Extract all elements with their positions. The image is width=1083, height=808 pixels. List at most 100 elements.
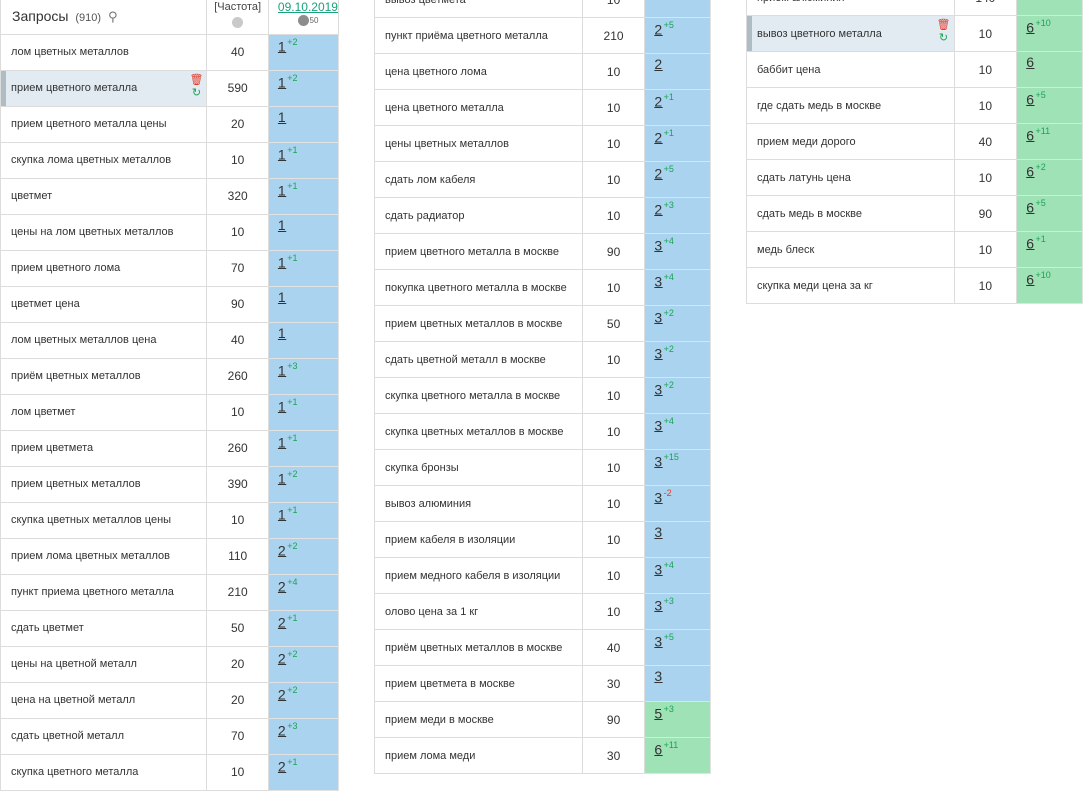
query-cell[interactable]: прием цветных металлов в москве — [374, 305, 583, 342]
table-row[interactable]: сдать латунь цена 10 6+2 — [746, 159, 1083, 196]
position-link[interactable]: 2 — [278, 722, 286, 738]
table-row[interactable]: вывоз цветного металла 🗑 ↻ 10 6+10 — [746, 15, 1083, 52]
query-cell[interactable]: прием цветного лома — [0, 249, 208, 287]
query-cell[interactable]: прием цветмета в москве — [374, 665, 583, 702]
table-row[interactable]: скупка цветных металлов цены 10 1+1 — [0, 501, 339, 539]
table-row[interactable]: прием лома меди 30 6+11 — [374, 737, 711, 774]
frequency-header[interactable]: [Частота] — [206, 0, 269, 35]
query-cell[interactable]: вывоз алюминия — [374, 485, 583, 522]
query-cell[interactable]: скупка меди цена за кг — [746, 267, 955, 304]
refresh-icon[interactable]: ↻ — [192, 87, 201, 99]
query-cell[interactable]: цена цветного лома — [374, 53, 583, 90]
query-cell[interactable]: скупка бронзы — [374, 449, 583, 486]
position-link[interactable]: 2 — [654, 0, 662, 1]
query-cell[interactable]: цены цветных металлов — [374, 125, 583, 162]
position-link[interactable]: 1 — [278, 325, 286, 341]
table-row[interactable]: цветмет 320 1+1 — [0, 177, 339, 215]
position-link[interactable]: 1 — [278, 289, 286, 305]
table-row[interactable]: прием цветного металла 🗑 ↻ 590 1+2 — [0, 69, 339, 107]
trash-icon[interactable]: 🗑 — [189, 74, 203, 86]
table-row[interactable]: прием цветных металлов в москве 50 3+2 — [374, 305, 711, 342]
position-link[interactable]: 2 — [278, 650, 286, 666]
table-row[interactable]: скупка цветного металла 10 2+1 — [0, 753, 339, 791]
query-cell[interactable]: прием кабеля в изоляции — [374, 521, 583, 558]
position-link[interactable]: 6 — [1026, 271, 1034, 287]
position-link[interactable]: 1 — [278, 74, 286, 90]
position-link[interactable]: 3 — [654, 345, 662, 361]
query-cell[interactable]: лом цветных металлов цена — [0, 321, 208, 359]
position-link[interactable]: 1 — [278, 434, 286, 450]
query-cell[interactable]: баббит цена — [746, 51, 955, 88]
queries-header[interactable]: Запросы (910) ⚲ — [0, 0, 208, 35]
search-icon[interactable]: ⚲ — [108, 9, 118, 25]
table-row[interactable]: прием медного кабеля в изоляции 10 3+4 — [374, 557, 711, 594]
query-cell[interactable]: прием цветмета — [0, 429, 208, 467]
table-row[interactable]: цена на цветной металл 20 2+2 — [0, 681, 339, 719]
query-cell[interactable]: сдать латунь цена — [746, 159, 955, 196]
table-row[interactable]: прием меди в москве 90 5+3 — [374, 701, 711, 738]
table-row[interactable]: прием меди дорого 40 6+11 — [746, 123, 1083, 160]
query-cell[interactable]: сдать цветной металл в москве — [374, 341, 583, 378]
table-row[interactable]: олово цена за 1 кг 10 3+3 — [374, 593, 711, 630]
table-row[interactable]: прием цветмета в москве 30 3 — [374, 665, 711, 702]
query-cell[interactable]: цена цветного металла — [374, 89, 583, 126]
table-row[interactable]: прием лома цветных металлов 110 2+2 — [0, 537, 339, 575]
position-link[interactable]: 2 — [654, 21, 662, 37]
query-cell[interactable]: прием лома цветных металлов — [0, 537, 208, 575]
position-link[interactable]: 1 — [278, 38, 286, 54]
table-row[interactable]: скупка меди цена за кг 10 6+10 — [746, 267, 1083, 304]
trash-icon[interactable]: 🗑 — [937, 19, 951, 31]
position-link[interactable]: 1 — [278, 217, 286, 233]
query-cell[interactable]: лом цветных металлов — [0, 33, 208, 71]
query-cell[interactable]: покупка цветного металла в москве — [374, 269, 583, 306]
position-link[interactable]: 2 — [278, 686, 286, 702]
position-link[interactable]: 2 — [278, 614, 286, 630]
table-row[interactable]: лом цветных металлов 40 1+2 — [0, 33, 339, 71]
table-row[interactable]: сдать цветной металл в москве 10 3+2 — [374, 341, 711, 378]
position-link[interactable]: 2 — [654, 165, 662, 181]
query-cell[interactable]: сдать медь в москве — [746, 195, 955, 232]
query-cell[interactable]: пункт приёма цветного металла — [374, 17, 583, 54]
position-link[interactable]: 1 — [278, 254, 286, 270]
table-row[interactable]: вывоз алюминия 10 3-2 — [374, 485, 711, 522]
table-row[interactable]: цены на цветной металл 20 2+2 — [0, 645, 339, 683]
table-row[interactable]: сдать лом кабеля 10 2+5 — [374, 161, 711, 198]
position-link[interactable]: 3 — [654, 633, 662, 649]
position-link[interactable]: 5 — [654, 705, 662, 721]
table-row[interactable]: прием алюминия 1406+3 — [746, 0, 1083, 16]
table-row[interactable]: пункт приема цветного металла 210 2+4 — [0, 573, 339, 611]
position-link[interactable]: 1 — [278, 146, 286, 162]
position-link[interactable]: 3 — [654, 489, 662, 505]
table-row[interactable]: цена цветного металла 10 2+1 — [374, 89, 711, 126]
table-row[interactable]: цена цветного лома 10 2 — [374, 53, 711, 90]
query-cell[interactable]: сдать цветмет — [0, 609, 208, 647]
query-cell[interactable]: вывоз цветного металла 🗑 ↻ — [746, 15, 955, 52]
table-row[interactable]: прием цветного лома 70 1+1 — [0, 249, 339, 287]
position-link[interactable]: 2 — [654, 93, 662, 109]
table-row[interactable]: скупка лома цветных металлов 10 1+1 — [0, 141, 339, 179]
query-cell[interactable]: прием меди в москве — [374, 701, 583, 738]
query-cell[interactable]: скупка лома цветных металлов — [0, 141, 208, 179]
query-cell[interactable]: где сдать медь в москве — [746, 87, 955, 124]
query-cell[interactable]: скупка цветного металла в москве — [374, 377, 583, 414]
table-row[interactable]: скупка цветного металла в москве 10 3+2 — [374, 377, 711, 414]
query-cell[interactable]: олово цена за 1 кг — [374, 593, 583, 630]
table-row[interactable]: сдать цветмет 50 2+1 — [0, 609, 339, 647]
table-row[interactable]: пункт приёма цветного металла 210 2+5 — [374, 17, 711, 54]
query-cell[interactable]: скупка цветных металлов цены — [0, 501, 208, 539]
position-link[interactable]: 3 — [654, 668, 662, 684]
position-link[interactable]: 6 — [1026, 163, 1034, 179]
query-cell[interactable]: прием лома меди — [374, 737, 583, 774]
query-cell[interactable]: цветмет цена — [0, 285, 208, 323]
position-link[interactable]: 1 — [278, 182, 286, 198]
position-link[interactable]: 3 — [654, 524, 662, 540]
position-link[interactable]: 6 — [1026, 199, 1034, 215]
table-row[interactable]: приём цветных металлов 260 1+3 — [0, 357, 339, 395]
position-link[interactable]: 6 — [1026, 54, 1034, 70]
position-link[interactable]: 3 — [654, 381, 662, 397]
query-cell[interactable]: цены на цветной металл — [0, 645, 208, 683]
query-cell[interactable]: приём цветных металлов — [0, 357, 208, 395]
query-cell[interactable]: сдать радиатор — [374, 197, 583, 234]
position-link[interactable]: 3 — [654, 237, 662, 253]
table-row[interactable]: приём цветных металлов в москве 40 3+5 — [374, 629, 711, 666]
